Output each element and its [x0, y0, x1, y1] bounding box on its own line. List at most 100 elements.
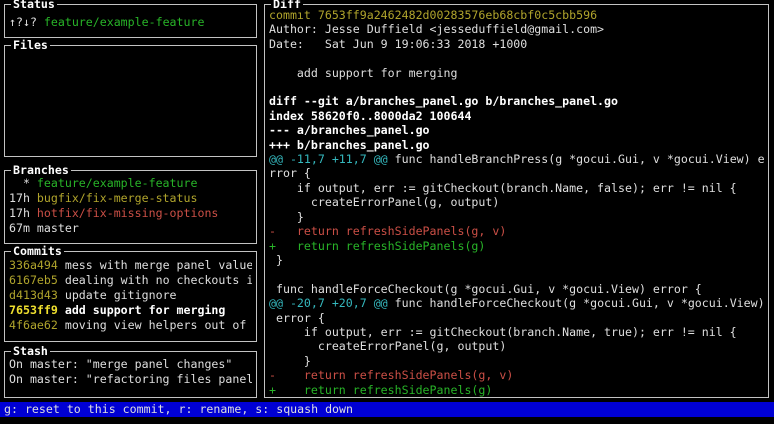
files-list: [5, 46, 256, 156]
diff-line: - return refreshSidePanels(g, v): [269, 224, 764, 238]
diff-panel[interactable]: Diff commit 7653ff9a2462482d00283576eb68…: [264, 4, 769, 398]
branches-panel-title: Branches: [11, 163, 71, 178]
branches-list: * feature/example-feature17h bugfix/fix-…: [5, 171, 256, 243]
diff-segment: --- a/branches_panel.go: [269, 123, 430, 137]
stash-row[interactable]: On master: "refactoring files panel: [9, 372, 252, 387]
diff-segment: }: [269, 253, 283, 267]
diff-line: rror {: [269, 166, 764, 180]
diff-segment: [269, 51, 276, 65]
branch-recency: 17h: [9, 191, 37, 205]
option-keybindings-bar: g: reset to this commit, r: rename, s: s…: [0, 402, 774, 417]
diff-line: createErrorPanel(g, output): [269, 195, 764, 209]
lazygit-terminal: Status ↑?↓? feature/example-feature File…: [0, 0, 774, 424]
diff-line: @@ -11,7 +11,7 @@ func handleBranchPress…: [269, 152, 764, 166]
commit-hash: 4f6ae62: [9, 318, 65, 332]
diff-segment: + return refreshSidePanels(g): [269, 383, 492, 397]
diff-line: }: [269, 210, 764, 224]
diff-line: [269, 80, 764, 94]
branch-name: hotfix/fix-missing-options: [37, 206, 218, 220]
diff-line: error {: [269, 311, 764, 325]
commit-message: add support for merging: [65, 303, 226, 317]
diff-segment: Date: Sat Jun 9 19:06:33 2018 +1000: [269, 37, 527, 51]
diff-segment: - return refreshSidePanels(g, v): [269, 368, 513, 382]
diff-segment: [269, 80, 276, 94]
branch-name: feature/example-feature: [37, 176, 198, 190]
commit-row[interactable]: 7653ff9 add support for merging: [9, 303, 252, 318]
current-branch-name: feature/example-feature: [44, 15, 205, 29]
status-panel-title: Status: [11, 0, 57, 12]
status-panel[interactable]: Status ↑?↓? feature/example-feature: [4, 4, 257, 38]
files-panel-title: Files: [11, 38, 50, 53]
diff-line: + return refreshSidePanels(g): [269, 239, 764, 253]
commit-message: mess with merge panel value: [65, 258, 252, 272]
branch-recency: 67m: [9, 221, 37, 235]
diff-content: commit 7653ff9a2462482d00283576eb68cbf0c…: [265, 5, 768, 397]
diff-segment: + return refreshSidePanels(g): [269, 239, 485, 253]
branch-row[interactable]: 17h bugfix/fix-merge-status: [9, 191, 252, 206]
commit-row[interactable]: 336a494 mess with merge panel value: [9, 258, 252, 273]
diff-line: @@ -20,7 +20,7 @@ func handleForceChecko…: [269, 296, 764, 310]
diff-line: commit 7653ff9a2462482d00283576eb68cbf0c…: [269, 8, 764, 22]
commits-panel[interactable]: Commits 336a494 mess with merge panel va…: [4, 251, 257, 342]
commit-row[interactable]: 4f6ae62 moving view helpers out of: [9, 318, 252, 333]
diff-line: add support for merging: [269, 66, 764, 80]
diff-segment: if output, err := gitCheckout(branch.Nam…: [269, 181, 737, 195]
commit-hash: 7653ff9: [9, 303, 65, 317]
commit-hash: d413d43: [9, 288, 65, 302]
status-line: ↑?↓? feature/example-feature: [9, 15, 252, 30]
diff-line: Date: Sat Jun 9 19:06:33 2018 +1000: [269, 37, 764, 51]
commits-panel-title: Commits: [11, 244, 64, 259]
branch-name: bugfix/fix-merge-status: [37, 191, 198, 205]
branch-recency: *: [9, 176, 37, 190]
diff-line: if output, err := gitCheckout(branch.Nam…: [269, 325, 764, 339]
stash-panel-title: Stash: [11, 344, 50, 359]
diff-segment: func handleForceCheckout(g *gocui.Gui, v…: [269, 282, 702, 296]
diff-segment: add support for merging: [269, 66, 457, 80]
commit-message: dealing with no checkouts i: [65, 273, 252, 287]
diff-line: }: [269, 354, 764, 368]
diff-segment: @@ -20,7 +20,7 @@: [269, 296, 388, 310]
diff-segment: index 58620f0..8000da2 100644: [269, 109, 471, 123]
diff-line: --- a/branches_panel.go: [269, 123, 764, 137]
diff-segment: createErrorPanel(g, output): [269, 339, 506, 353]
commit-message: moving view helpers out of: [65, 318, 246, 332]
diff-segment: Author: Jesse Duffield <jesseduffield@gm…: [269, 22, 604, 36]
diff-line: - return refreshSidePanels(g, v): [269, 368, 764, 382]
diff-line: func handleForceCheckout(g *gocui.Gui, v…: [269, 282, 764, 296]
diff-segment: createErrorPanel(g, output): [269, 195, 499, 209]
commit-row[interactable]: 6167eb5 dealing with no checkouts i: [9, 273, 252, 288]
diff-segment: - return refreshSidePanels(g, v): [269, 224, 506, 238]
diff-segment: }: [269, 210, 304, 224]
stash-panel[interactable]: Stash On master: "merge panel changes"On…: [4, 351, 257, 398]
files-panel[interactable]: Files: [4, 45, 257, 157]
diff-segment: [269, 267, 276, 281]
diff-segment: func handleForceCheckout(g *gocui.Gui, v…: [388, 296, 764, 310]
diff-segment: rror {: [269, 166, 311, 180]
diff-line: + return refreshSidePanels(g): [269, 383, 764, 397]
diff-line: if output, err := gitCheckout(branch.Nam…: [269, 181, 764, 195]
diff-panel-title: Diff: [271, 0, 303, 12]
branch-row[interactable]: * feature/example-feature: [9, 176, 252, 191]
branch-name: master: [37, 221, 79, 235]
commit-hash: 6167eb5: [9, 273, 65, 287]
diff-segment: +++ b/branches_panel.go: [269, 138, 430, 152]
diff-line: index 58620f0..8000da2 100644: [269, 109, 764, 123]
diff-line: Author: Jesse Duffield <jesseduffield@gm…: [269, 22, 764, 36]
branch-row[interactable]: 17h hotfix/fix-missing-options: [9, 206, 252, 221]
diff-line: [269, 51, 764, 65]
branches-panel[interactable]: Branches * feature/example-feature17h bu…: [4, 170, 257, 244]
tracking-indicator: ↑?↓?: [9, 15, 44, 29]
branch-row[interactable]: 67m master: [9, 221, 252, 236]
diff-line: [269, 267, 764, 281]
commits-list: 336a494 mess with merge panel value6167e…: [5, 252, 256, 341]
commit-message: update gitignore: [65, 288, 177, 302]
branch-recency: 17h: [9, 206, 37, 220]
diff-line: }: [269, 253, 764, 267]
diff-segment: @@ -11,7 +11,7 @@: [269, 152, 388, 166]
diff-segment: diff --git a/branches_panel.go b/branche…: [269, 94, 618, 108]
diff-segment: func handleBranchPress(g *gocui.Gui, v *…: [388, 152, 764, 166]
commit-hash: 336a494: [9, 258, 65, 272]
commit-row[interactable]: d413d43 update gitignore: [9, 288, 252, 303]
stash-row[interactable]: On master: "merge panel changes": [9, 357, 252, 372]
diff-line: diff --git a/branches_panel.go b/branche…: [269, 94, 764, 108]
